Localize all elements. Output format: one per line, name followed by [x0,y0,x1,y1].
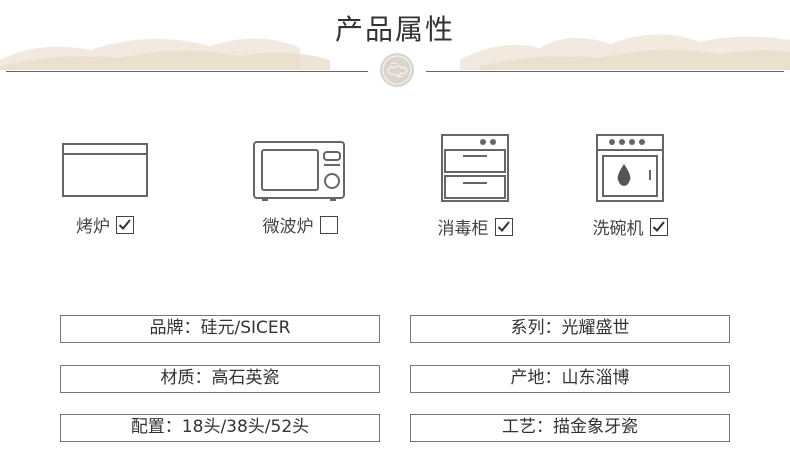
checkmark-icon [652,220,665,232]
page-title: 产品属性 [334,13,455,46]
header-divider-right [426,71,784,72]
checkmark-icon [497,220,510,232]
appliance-sterilizer: 消毒柜 [420,132,530,239]
appliance-label-oven: 烤炉 [76,217,110,237]
dishwasher-icon [596,134,664,202]
appliance-microwave: 微波炉 [245,132,355,237]
attribute-configuration: 配置：18头/38头/52头 [60,414,380,442]
cloud-seal-icon [380,53,414,87]
appliance-oven: 烤炉 [50,132,160,237]
appliance-label-microwave: 微波炉 [262,217,314,237]
microwave-icon [253,141,345,201]
attribute-material: 材质：高石英瓷 [60,365,380,393]
header-divider-left [6,71,368,72]
attribute-brand: 品牌：硅元/SICER [60,315,380,343]
attribute-series: 系列：光耀盛世 [410,315,730,343]
checkbox-oven[interactable] [116,215,134,234]
checkbox-sterilizer[interactable] [494,217,513,236]
appliance-dishwasher: 洗碗机 [575,132,685,239]
checkbox-dishwasher[interactable] [649,217,668,236]
attribute-origin: 产地：山东淄博 [410,365,730,393]
checkmark-icon [118,218,131,230]
appliance-label-dishwasher: 洗碗机 [592,219,644,239]
oven-icon [62,143,148,197]
appliance-label-sterilizer: 消毒柜 [437,219,489,239]
sterilizer-icon [441,134,509,202]
checkbox-microwave[interactable] [319,215,338,234]
attribute-craft: 工艺：描金象牙瓷 [410,414,730,442]
